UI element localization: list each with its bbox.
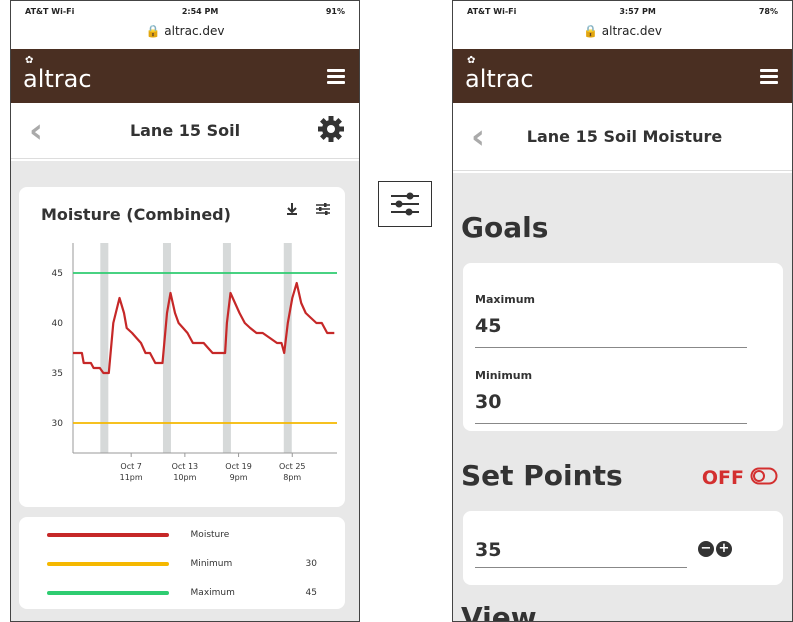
nav-bar: ‹ Lane 15 Soil	[11, 103, 359, 159]
legend-value: 45	[305, 588, 317, 598]
status-bar: AT&T Wi-Fi 2:54 PM 91%	[11, 1, 359, 21]
legend-swatch	[47, 562, 169, 566]
legend-label: Minimum	[190, 559, 233, 569]
x-tick-label: 8pm	[283, 473, 301, 482]
maximum-label: Maximum	[475, 293, 535, 306]
logo-text: altrac	[465, 65, 534, 93]
x-tick-label: 11pm	[120, 473, 143, 482]
altrac-logo[interactable]: ✿ altrac	[465, 55, 534, 93]
back-chevron-icon[interactable]: ‹	[471, 120, 501, 154]
view-heading: View	[461, 601, 537, 622]
legend-item-minimum: Minimum 30	[47, 554, 317, 574]
page-title: Lane 15 Soil Moisture	[526, 127, 723, 146]
set-point-field-underline	[475, 567, 687, 568]
url-bar[interactable]: 🔒 altrac.dev	[11, 21, 359, 49]
legend-item-moisture: Moisture	[47, 525, 317, 545]
legend-label: Maximum	[190, 588, 235, 598]
carrier-label: AT&T Wi-Fi	[467, 6, 517, 16]
set-points-toggle[interactable]: OFF	[702, 467, 778, 489]
battery-indicator: 78%	[758, 6, 778, 16]
minimum-field-underline	[475, 423, 747, 424]
clock: 3:57 PM	[619, 6, 656, 16]
battery-indicator: 91%	[325, 6, 345, 16]
back-chevron-icon[interactable]: ‹	[29, 114, 59, 148]
status-bar: AT&T Wi-Fi 3:57 PM 78%	[453, 1, 792, 21]
y-tick-label: 40	[52, 319, 64, 329]
nav-bar: ‹ Lane 15 Soil Moisture	[453, 103, 792, 171]
page-title: Lane 15 Soil	[129, 121, 241, 140]
leaf-icon: ✿	[25, 55, 34, 66]
minimum-label: Minimum	[475, 369, 533, 382]
set-points-card: 35	[463, 511, 783, 585]
gear-icon[interactable]	[311, 115, 345, 147]
lock-icon: 🔒	[145, 24, 161, 38]
chart-legend: Moisture Minimum 30 Maximum 45	[19, 517, 345, 609]
legend-label: Moisture	[190, 530, 230, 540]
minus-circle-icon[interactable]: −	[698, 541, 714, 557]
set-point-field[interactable]: 35	[475, 539, 501, 561]
x-tick-label: 10pm	[173, 473, 196, 482]
menu-icon[interactable]	[327, 68, 345, 84]
x-tick-label: Oct 13	[172, 462, 199, 471]
legend-swatch	[47, 591, 169, 595]
y-tick-label: 30	[52, 419, 64, 429]
plus-circle-icon[interactable]: +	[716, 541, 732, 557]
maximum-field[interactable]: 45	[475, 315, 501, 337]
app-header: ✿ altrac	[11, 49, 359, 103]
set-points-heading: Set Points	[461, 459, 623, 492]
phone-screen-left: AT&T Wi-Fi 2:54 PM 91% 🔒 altrac.dev ✿ al…	[10, 0, 360, 622]
x-tick-label: Oct 25	[279, 462, 306, 471]
legend-swatch	[47, 533, 169, 537]
clock: 2:54 PM	[181, 6, 219, 16]
x-tick-label: 9pm	[230, 473, 248, 482]
altrac-logo[interactable]: ✿ altrac	[23, 55, 92, 93]
chart-card: Moisture (Combined) 30 35 40 45 Oct 7 11pm Oct…	[19, 187, 345, 507]
goals-heading: Goals	[461, 211, 549, 244]
night-band	[100, 243, 109, 453]
set-point-stepper: − +	[698, 541, 732, 557]
app-header: ✿ altrac	[453, 49, 792, 103]
maximum-field-underline	[475, 347, 747, 348]
minimum-field[interactable]: 30	[475, 391, 501, 413]
night-band	[222, 243, 231, 453]
x-tick-label: Oct 19	[225, 462, 252, 471]
phone-screen-right: AT&T Wi-Fi 3:57 PM 78% 🔒 altrac.dev ✿ al…	[452, 0, 793, 622]
y-tick-label: 45	[52, 269, 63, 279]
url-text: altrac.dev	[601, 24, 662, 38]
series-line-moisture	[73, 281, 335, 375]
settings-sliders-icon[interactable]	[378, 181, 432, 227]
moisture-chart: 30 35 40 45 Oct 7 11pm Oct 13 10pm Oct 19 9pm Oct …	[52, 243, 337, 482]
logo-text: altrac	[23, 65, 92, 93]
carrier-label: AT&T Wi-Fi	[25, 6, 75, 16]
url-text: altrac.dev	[164, 24, 225, 38]
legend-item-maximum: Maximum 45	[47, 583, 317, 603]
toggle-icon	[750, 467, 778, 489]
toggle-state-label: OFF	[701, 467, 744, 489]
y-tick-label: 35	[52, 369, 63, 379]
x-tick-label: Oct 7	[120, 462, 141, 471]
menu-icon[interactable]	[760, 68, 778, 84]
goals-card: Maximum 45 Minimum 30	[463, 263, 783, 431]
leaf-icon: ✿	[467, 55, 476, 66]
legend-value: 30	[305, 559, 317, 569]
url-bar[interactable]: 🔒 altrac.dev	[453, 21, 792, 49]
lock-icon: 🔒	[583, 24, 598, 38]
